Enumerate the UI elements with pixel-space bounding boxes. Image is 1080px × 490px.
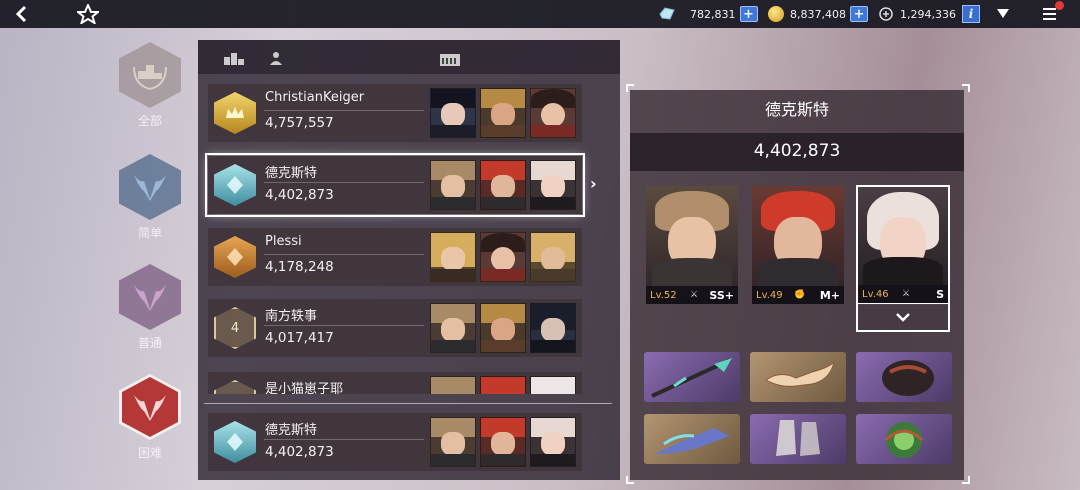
- crystal-icon: [658, 6, 675, 22]
- gold-crown-badge-icon: [214, 92, 256, 134]
- character-portrait: [530, 376, 576, 394]
- team-icon: [440, 51, 460, 70]
- rank-hex-badge-icon: [214, 380, 256, 394]
- character-portrait: [430, 417, 476, 467]
- difficulty-hard[interactable]: 困难: [112, 374, 188, 461]
- ticket-amount: 1,294,336: [900, 7, 956, 21]
- detail-player-name: 德克斯特: [764, 100, 829, 119]
- ranking-row[interactable]: Plessi 4,178,248: [208, 228, 582, 286]
- crystal-amount: 782,831: [690, 7, 736, 21]
- player-name: ChristianKeiger: [265, 90, 365, 105]
- character-card[interactable]: Lv.52 ⚔ SS+: [646, 186, 738, 304]
- emerald-orb-icon[interactable]: [856, 414, 952, 464]
- player-score: 4,402,873: [265, 444, 334, 460]
- character-portrait: [430, 88, 476, 138]
- rank-hex-badge-icon: 4: [214, 307, 256, 349]
- character-level: Lv.52: [650, 289, 677, 301]
- my-ranking-row[interactable]: 德克斯特 4,402,873: [208, 413, 582, 471]
- podium-icon: [224, 50, 244, 69]
- teal-diamond-badge-icon: [214, 164, 256, 206]
- character-portrait: [480, 88, 526, 138]
- player-name: 南方轶事: [265, 309, 318, 324]
- character-portrait: [430, 303, 476, 353]
- gold-coin-icon: [768, 6, 784, 22]
- character-portrait: [530, 160, 576, 210]
- character-portrait: [530, 232, 576, 282]
- character-portrait: [480, 303, 526, 353]
- hamburger-menu-icon[interactable]: [1040, 1, 1064, 25]
- character-grade: S: [936, 287, 944, 301]
- player-name: 德克斯特: [265, 166, 318, 181]
- player-score: 4,178,248: [265, 259, 334, 275]
- trophy-wreath-icon: [119, 42, 181, 108]
- expand-arrow-icon[interactable]: ›: [590, 174, 597, 193]
- difficulty-easy[interactable]: 简单: [112, 154, 188, 241]
- player-score: 4,402,873: [265, 187, 334, 203]
- difficulty-all[interactable]: 全部: [112, 42, 188, 129]
- star-logo-icon[interactable]: [76, 3, 100, 25]
- character-portrait: [530, 417, 576, 467]
- player-name: Plessi: [265, 234, 302, 249]
- difficulty-all-label: 全部: [137, 114, 162, 128]
- ticket-icon: [878, 6, 894, 22]
- character-portrait: [480, 376, 526, 394]
- bull-emblem-icon: [119, 154, 181, 220]
- character-portrait: [430, 376, 476, 394]
- difficulty-normal[interactable]: 普通: [112, 264, 188, 351]
- top-bar: 782,831 + 8,837,408 + 1,294,336 i: [0, 0, 1080, 28]
- bronze-diamond-badge-icon: [214, 236, 256, 278]
- character-portrait: [480, 160, 526, 210]
- gold-amount: 8,837,408: [790, 7, 846, 21]
- crystal-currency: 782,831 +: [658, 4, 758, 24]
- player-score: 4,757,557: [265, 115, 334, 131]
- ranking-row[interactable]: ChristianKeiger 4,757,557: [208, 84, 582, 142]
- teal-diamond-badge-icon: [214, 421, 256, 463]
- divider: [204, 403, 612, 404]
- player-name: 是小猫崽子耶: [265, 382, 344, 394]
- character-portrait: [480, 417, 526, 467]
- gold-currency: 8,837,408 +: [768, 4, 868, 24]
- character-portrait: [530, 303, 576, 353]
- character-portrait: [530, 88, 576, 138]
- detail-score: 4,402,873: [753, 141, 841, 161]
- character-portrait: [430, 232, 476, 282]
- person-icon: [270, 50, 282, 69]
- add-crystal-button[interactable]: +: [739, 6, 758, 22]
- boots-icon[interactable]: [750, 414, 846, 464]
- bull-emblem-icon: [119, 374, 181, 440]
- ranking-header: [198, 40, 620, 74]
- back-arrow-icon[interactable]: [10, 3, 32, 25]
- winged-crown-icon[interactable]: [750, 352, 846, 402]
- difficulty-hard-label: 困难: [137, 446, 162, 460]
- character-grade: M+: [819, 288, 840, 302]
- notification-dot: [1055, 1, 1064, 10]
- ranking-row-selected[interactable]: 德克斯特 4,402,873: [205, 153, 585, 217]
- character-portrait: [480, 232, 526, 282]
- gauntlet-icon[interactable]: [856, 352, 952, 402]
- info-button[interactable]: i: [961, 5, 980, 23]
- ranking-row[interactable]: 4 南方轶事 4,017,417: [208, 299, 582, 357]
- sword-icon: ⚔: [689, 290, 699, 300]
- add-gold-button[interactable]: +: [849, 6, 868, 22]
- sword-icon: ⚔: [901, 289, 911, 299]
- player-score: 4,017,417: [265, 330, 334, 346]
- character-card[interactable]: Lv.49 ✊ M+: [752, 186, 844, 304]
- character-grade: SS+: [709, 288, 734, 302]
- character-card-selected[interactable]: Lv.46 ⚔ S: [856, 185, 950, 305]
- character-level: Lv.46: [862, 288, 889, 300]
- difficulty-normal-label: 普通: [137, 336, 162, 350]
- ranking-row-clipped[interactable]: 是小猫崽子耶: [208, 372, 582, 394]
- ticket-currency: 1,294,336 i: [878, 4, 980, 24]
- character-portrait: [430, 160, 476, 210]
- triangle-down-icon[interactable]: [994, 3, 1012, 25]
- player-name: 德克斯特: [265, 423, 318, 438]
- fist-icon: ✊: [794, 290, 806, 300]
- dragon-blade-icon[interactable]: [644, 414, 740, 464]
- difficulty-easy-label: 简单: [137, 226, 162, 240]
- bull-emblem-icon: [119, 264, 181, 330]
- spear-weapon-icon[interactable]: [644, 352, 740, 402]
- chevron-down-icon[interactable]: [856, 304, 950, 332]
- ranking-row[interactable]: 是小猫崽子耶: [208, 372, 582, 394]
- character-level: Lv.49: [756, 289, 783, 301]
